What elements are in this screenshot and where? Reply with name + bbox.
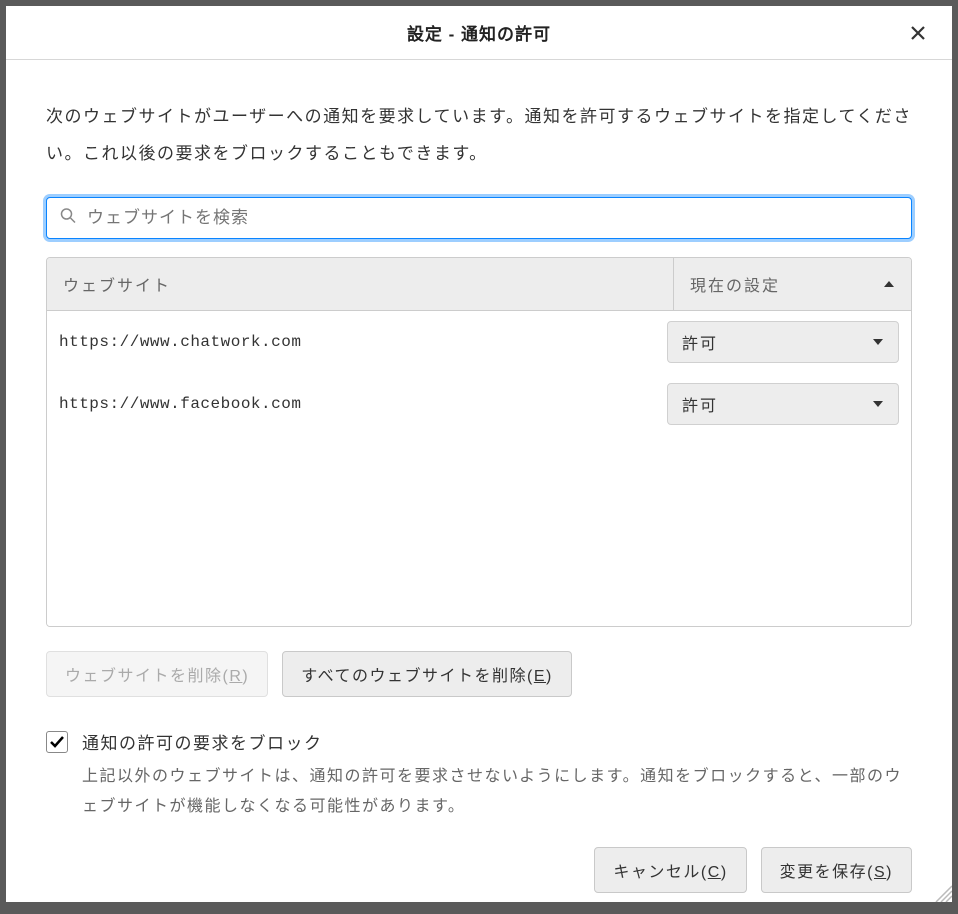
close-button[interactable] [904, 19, 932, 47]
cancel-button[interactable]: キャンセル(C) [594, 847, 746, 893]
search-input[interactable] [46, 197, 912, 239]
table-actions-row: ウェブサイトを削除(R) すべてのウェブサイトを削除(E) [46, 651, 912, 697]
checkmark-icon [49, 734, 65, 750]
block-requests-section: 通知の許可の要求をブロック 上記以外のウェブサイトは、通知の許可を要求させないよ… [46, 729, 912, 823]
column-header-status-label: 現在の設定 [690, 272, 780, 296]
block-requests-checkbox[interactable] [46, 731, 68, 753]
block-requests-description: 上記以外のウェブサイトは、通知の許可を要求させないようにします。通知をブロックす… [82, 762, 912, 823]
status-cell: 許可 [667, 321, 899, 363]
status-cell: 許可 [667, 383, 899, 425]
website-table: ウェブサイト 現在の設定 https://www.chatwork.com 許可 [46, 257, 912, 627]
resize-handle[interactable] [932, 882, 952, 902]
dialog-title: 設定 - 通知の許可 [407, 20, 551, 45]
chevron-down-icon [872, 338, 884, 346]
checkbox-content: 通知の許可の要求をブロック 上記以外のウェブサイトは、通知の許可を要求させないよ… [82, 729, 912, 823]
column-header-website[interactable]: ウェブサイト [47, 258, 673, 310]
settings-dialog: 設定 - 通知の許可 次のウェブサイトがユーザーへの通知を要求しています。通知を… [6, 6, 952, 902]
search-wrapper [46, 197, 912, 239]
remove-website-button: ウェブサイトを削除(R) [46, 651, 268, 697]
block-requests-label[interactable]: 通知の許可の要求をブロック [82, 729, 912, 754]
dialog-footer: キャンセル(C) 変更を保存(S) [46, 847, 912, 893]
chevron-down-icon [872, 400, 884, 408]
status-dropdown[interactable]: 許可 [667, 321, 899, 363]
search-icon [60, 207, 76, 228]
description-text: 次のウェブサイトがユーザーへの通知を要求しています。通知を許可するウェブサイトを… [46, 98, 912, 173]
dialog-header: 設定 - 通知の許可 [6, 6, 952, 60]
table-header-row: ウェブサイト 現在の設定 [47, 258, 911, 311]
close-icon [910, 25, 926, 41]
table-body: https://www.chatwork.com 許可 https://www.… [47, 311, 911, 626]
status-dropdown[interactable]: 許可 [667, 383, 899, 425]
status-value: 許可 [682, 392, 718, 416]
table-row[interactable]: https://www.chatwork.com 許可 [47, 311, 911, 373]
status-value: 許可 [682, 330, 718, 354]
website-url: https://www.facebook.com [59, 395, 667, 413]
website-url: https://www.chatwork.com [59, 333, 667, 351]
column-header-status[interactable]: 現在の設定 [673, 258, 911, 310]
table-row[interactable]: https://www.facebook.com 許可 [47, 373, 911, 435]
save-button[interactable]: 変更を保存(S) [761, 847, 912, 893]
dialog-body: 次のウェブサイトがユーザーへの通知を要求しています。通知を許可するウェブサイトを… [6, 60, 952, 913]
remove-all-websites-button[interactable]: すべてのウェブサイトを削除(E) [282, 651, 572, 697]
sort-up-icon [883, 280, 895, 288]
